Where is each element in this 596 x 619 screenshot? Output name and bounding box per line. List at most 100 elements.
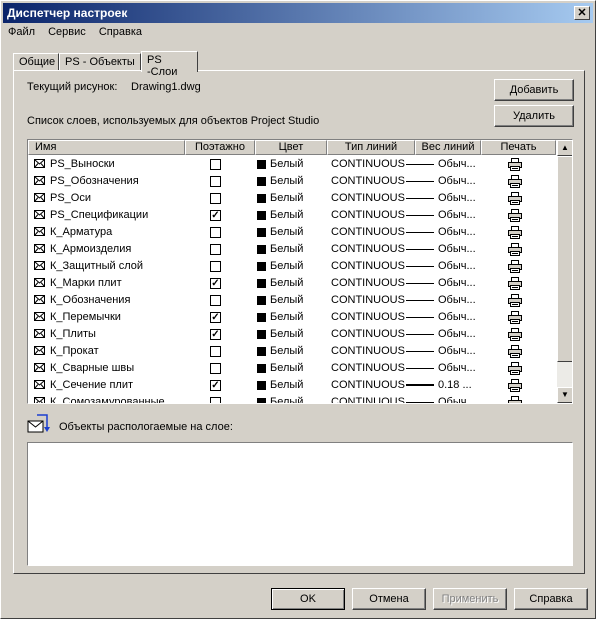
- delete-button[interactable]: Удалить: [494, 105, 574, 127]
- table-row[interactable]: К_Сомозамурованные Белый CONTINUOUS Обыч...: [28, 394, 556, 403]
- print-cell[interactable]: [508, 275, 528, 292]
- floor-checkbox[interactable]: [210, 176, 221, 187]
- table-row[interactable]: PS_Обозначения Белый CONTINUOUS Обыч...: [28, 173, 556, 190]
- scroll-down-button[interactable]: ▼: [557, 387, 572, 403]
- print-cell[interactable]: [508, 258, 528, 275]
- column-print-header[interactable]: Печать: [481, 140, 556, 155]
- linetype-cell[interactable]: CONTINUOUS: [331, 394, 415, 403]
- layer-list-scrollbar[interactable]: ▲ ▼: [557, 140, 572, 403]
- tab-ps-layers[interactable]: PS -Слои: [141, 51, 198, 78]
- column-lineweight-header[interactable]: Вес линий: [415, 140, 481, 155]
- table-row[interactable]: PS_Оси Белый CONTINUOUS Обыч...: [28, 190, 556, 207]
- lineweight-cell[interactable]: Обыч...: [406, 343, 481, 360]
- scroll-thumb[interactable]: [557, 156, 572, 362]
- lineweight-cell[interactable]: Обыч...: [406, 292, 481, 309]
- color-cell[interactable]: Белый: [257, 207, 327, 224]
- color-cell[interactable]: Белый: [257, 292, 327, 309]
- table-row[interactable]: К_Сварные швы Белый CONTINUOUS Обыч...: [28, 360, 556, 377]
- linetype-cell[interactable]: CONTINUOUS: [331, 360, 415, 377]
- cancel-button[interactable]: Отмена: [352, 588, 426, 610]
- floor-checkbox[interactable]: ✓: [210, 312, 221, 323]
- linetype-cell[interactable]: CONTINUOUS: [331, 377, 415, 394]
- color-cell[interactable]: Белый: [257, 156, 327, 173]
- print-cell[interactable]: [508, 360, 528, 377]
- ok-button[interactable]: OK: [271, 588, 345, 610]
- menu-service[interactable]: Сервис: [43, 24, 91, 40]
- print-cell[interactable]: [508, 343, 528, 360]
- column-linetype-header[interactable]: Тип линий: [327, 140, 415, 155]
- linetype-cell[interactable]: CONTINUOUS: [331, 258, 415, 275]
- table-row[interactable]: К_Обозначения Белый CONTINUOUS Обыч...: [28, 292, 556, 309]
- floor-checkbox[interactable]: [210, 193, 221, 204]
- print-cell[interactable]: [508, 394, 528, 403]
- color-cell[interactable]: Белый: [257, 394, 327, 403]
- color-cell[interactable]: Белый: [257, 309, 327, 326]
- linetype-cell[interactable]: CONTINUOUS: [331, 173, 415, 190]
- help-button[interactable]: Справка: [514, 588, 588, 610]
- add-button[interactable]: Добавить: [494, 79, 574, 101]
- floor-checkbox[interactable]: [210, 261, 221, 272]
- table-row[interactable]: PS_Выноски Белый CONTINUOUS Обыч...: [28, 156, 556, 173]
- linetype-cell[interactable]: CONTINUOUS: [331, 190, 415, 207]
- close-button[interactable]: ✕: [574, 6, 590, 20]
- lineweight-cell[interactable]: Обыч...: [406, 360, 481, 377]
- table-row[interactable]: К_Прокат Белый CONTINUOUS Обыч...: [28, 343, 556, 360]
- color-cell[interactable]: Белый: [257, 241, 327, 258]
- linetype-cell[interactable]: CONTINUOUS: [331, 207, 415, 224]
- print-cell[interactable]: [508, 156, 528, 173]
- linetype-cell[interactable]: CONTINUOUS: [331, 343, 415, 360]
- table-row[interactable]: К_Сечение плит ✓ Белый CONTINUOUS 0.18 ...: [28, 377, 556, 394]
- floor-checkbox[interactable]: [210, 227, 221, 238]
- lineweight-cell[interactable]: Обыч...: [406, 224, 481, 241]
- column-floor-header[interactable]: Поэтажно: [185, 140, 255, 155]
- color-cell[interactable]: Белый: [257, 224, 327, 241]
- lineweight-cell[interactable]: Обыч...: [406, 207, 481, 224]
- color-cell[interactable]: Белый: [257, 275, 327, 292]
- print-cell[interactable]: [508, 377, 528, 394]
- color-cell[interactable]: Белый: [257, 377, 327, 394]
- lineweight-cell[interactable]: Обыч...: [406, 258, 481, 275]
- objects-on-layer-list[interactable]: [27, 442, 573, 566]
- print-cell[interactable]: [508, 173, 528, 190]
- lineweight-cell[interactable]: Обыч...: [406, 190, 481, 207]
- color-cell[interactable]: Белый: [257, 258, 327, 275]
- layer-list[interactable]: Имя Поэтажно Цвет Тип линий Вес линий Пе…: [27, 139, 573, 404]
- color-cell[interactable]: Белый: [257, 190, 327, 207]
- apply-button[interactable]: Применить: [433, 588, 507, 610]
- lineweight-cell[interactable]: Обыч...: [406, 275, 481, 292]
- color-cell[interactable]: Белый: [257, 326, 327, 343]
- tab-general[interactable]: Общие: [13, 53, 59, 71]
- menu-file[interactable]: Файл: [3, 24, 40, 40]
- table-row[interactable]: PS_Спецификации ✓ Белый CONTINUOUS Обыч...: [28, 207, 556, 224]
- column-name-header[interactable]: Имя: [28, 140, 185, 155]
- floor-checkbox[interactable]: [210, 295, 221, 306]
- color-cell[interactable]: Белый: [257, 360, 327, 377]
- print-cell[interactable]: [508, 207, 528, 224]
- lineweight-cell[interactable]: Обыч...: [406, 173, 481, 190]
- table-row[interactable]: К_Перемычки ✓ Белый CONTINUOUS Обыч...: [28, 309, 556, 326]
- linetype-cell[interactable]: CONTINUOUS: [331, 292, 415, 309]
- print-cell[interactable]: [508, 224, 528, 241]
- linetype-cell[interactable]: CONTINUOUS: [331, 156, 415, 173]
- linetype-cell[interactable]: CONTINUOUS: [331, 224, 415, 241]
- print-cell[interactable]: [508, 326, 528, 343]
- table-row[interactable]: К_Плиты ✓ Белый CONTINUOUS Обыч...: [28, 326, 556, 343]
- scroll-up-button[interactable]: ▲: [557, 140, 572, 156]
- print-cell[interactable]: [508, 241, 528, 258]
- table-row[interactable]: К_Арматура Белый CONTINUOUS Обыч...: [28, 224, 556, 241]
- lineweight-cell[interactable]: Обыч...: [406, 394, 481, 403]
- floor-checkbox[interactable]: [210, 159, 221, 170]
- column-color-header[interactable]: Цвет: [255, 140, 327, 155]
- print-cell[interactable]: [508, 190, 528, 207]
- color-cell[interactable]: Белый: [257, 343, 327, 360]
- floor-checkbox[interactable]: ✓: [210, 278, 221, 289]
- tab-ps-objects[interactable]: PS - Объекты: [59, 53, 141, 71]
- floor-checkbox[interactable]: [210, 397, 221, 403]
- table-row[interactable]: К_Армоизделия Белый CONTINUOUS Обыч...: [28, 241, 556, 258]
- lineweight-cell[interactable]: Обыч...: [406, 326, 481, 343]
- table-row[interactable]: К_Марки плит ✓ Белый CONTINUOUS Обыч...: [28, 275, 556, 292]
- linetype-cell[interactable]: CONTINUOUS: [331, 241, 415, 258]
- lineweight-cell[interactable]: Обыч...: [406, 309, 481, 326]
- floor-checkbox[interactable]: ✓: [210, 380, 221, 391]
- floor-checkbox[interactable]: ✓: [210, 329, 221, 340]
